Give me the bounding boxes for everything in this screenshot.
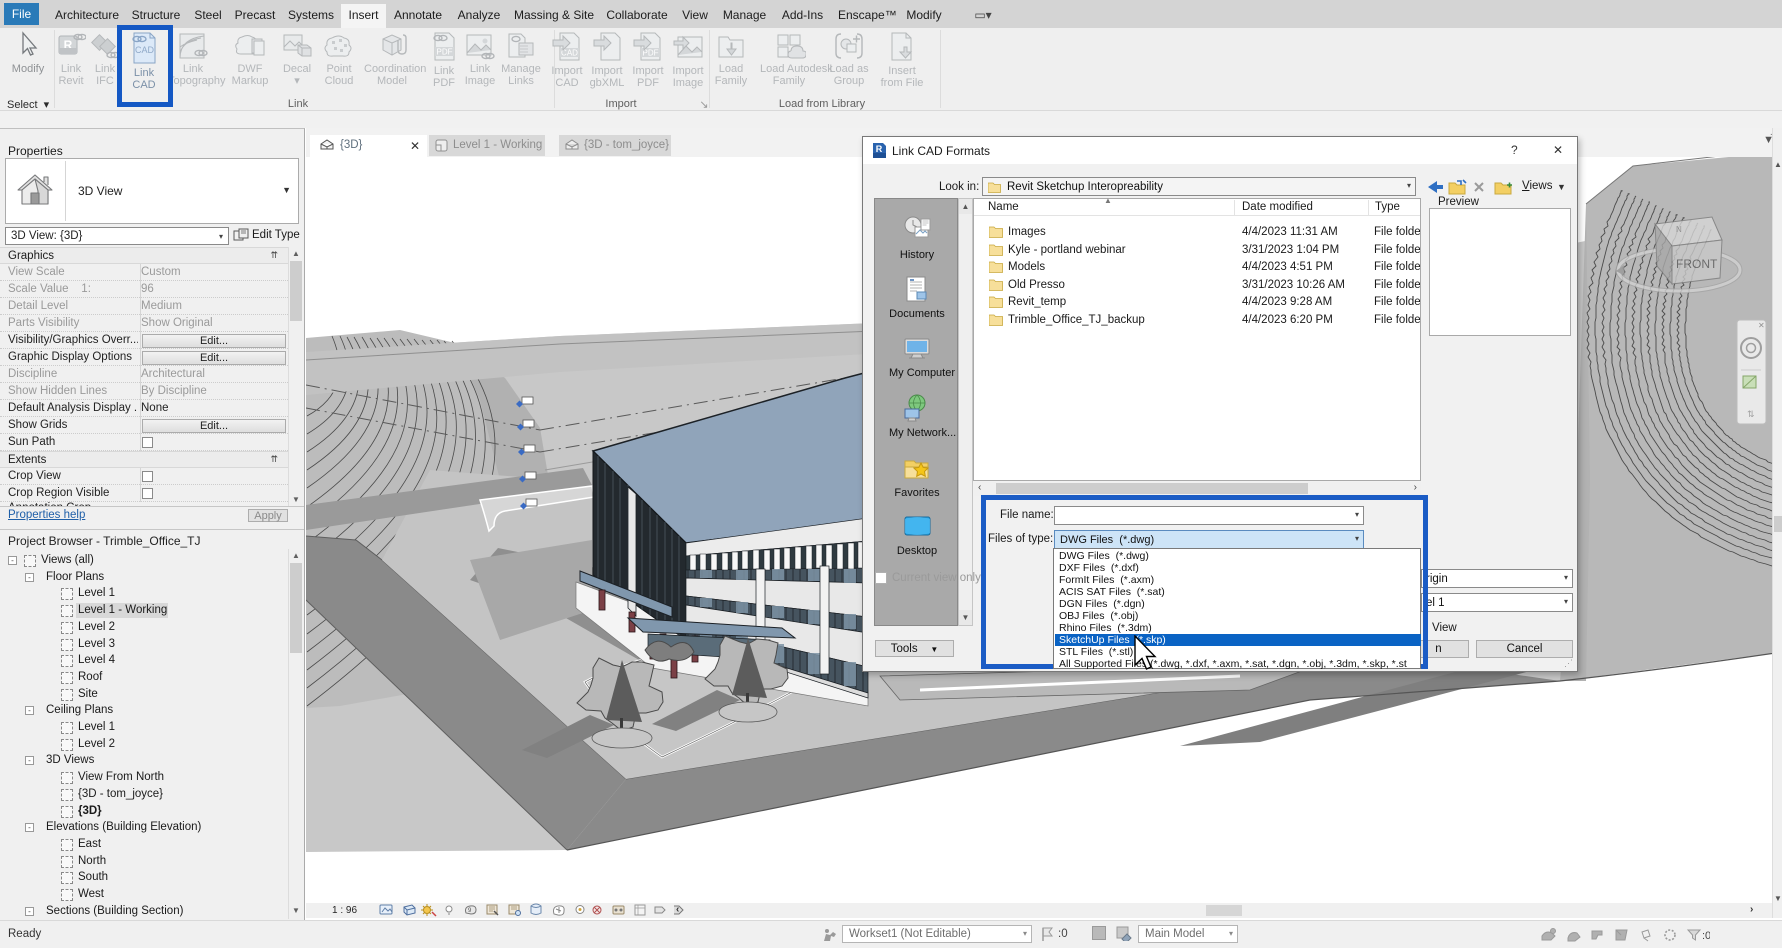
svg-text::0: :0 xyxy=(1702,930,1710,942)
svg-text:PDF: PDF xyxy=(643,49,659,58)
svg-text:⇅: ⇅ xyxy=(1747,409,1755,419)
svg-text:✕: ✕ xyxy=(1758,321,1765,330)
svg-text:N: N xyxy=(1676,225,1682,234)
svg-text:PDF: PDF xyxy=(437,48,453,57)
svg-text:R: R xyxy=(876,144,883,154)
svg-text:FRONT: FRONT xyxy=(1676,257,1718,271)
